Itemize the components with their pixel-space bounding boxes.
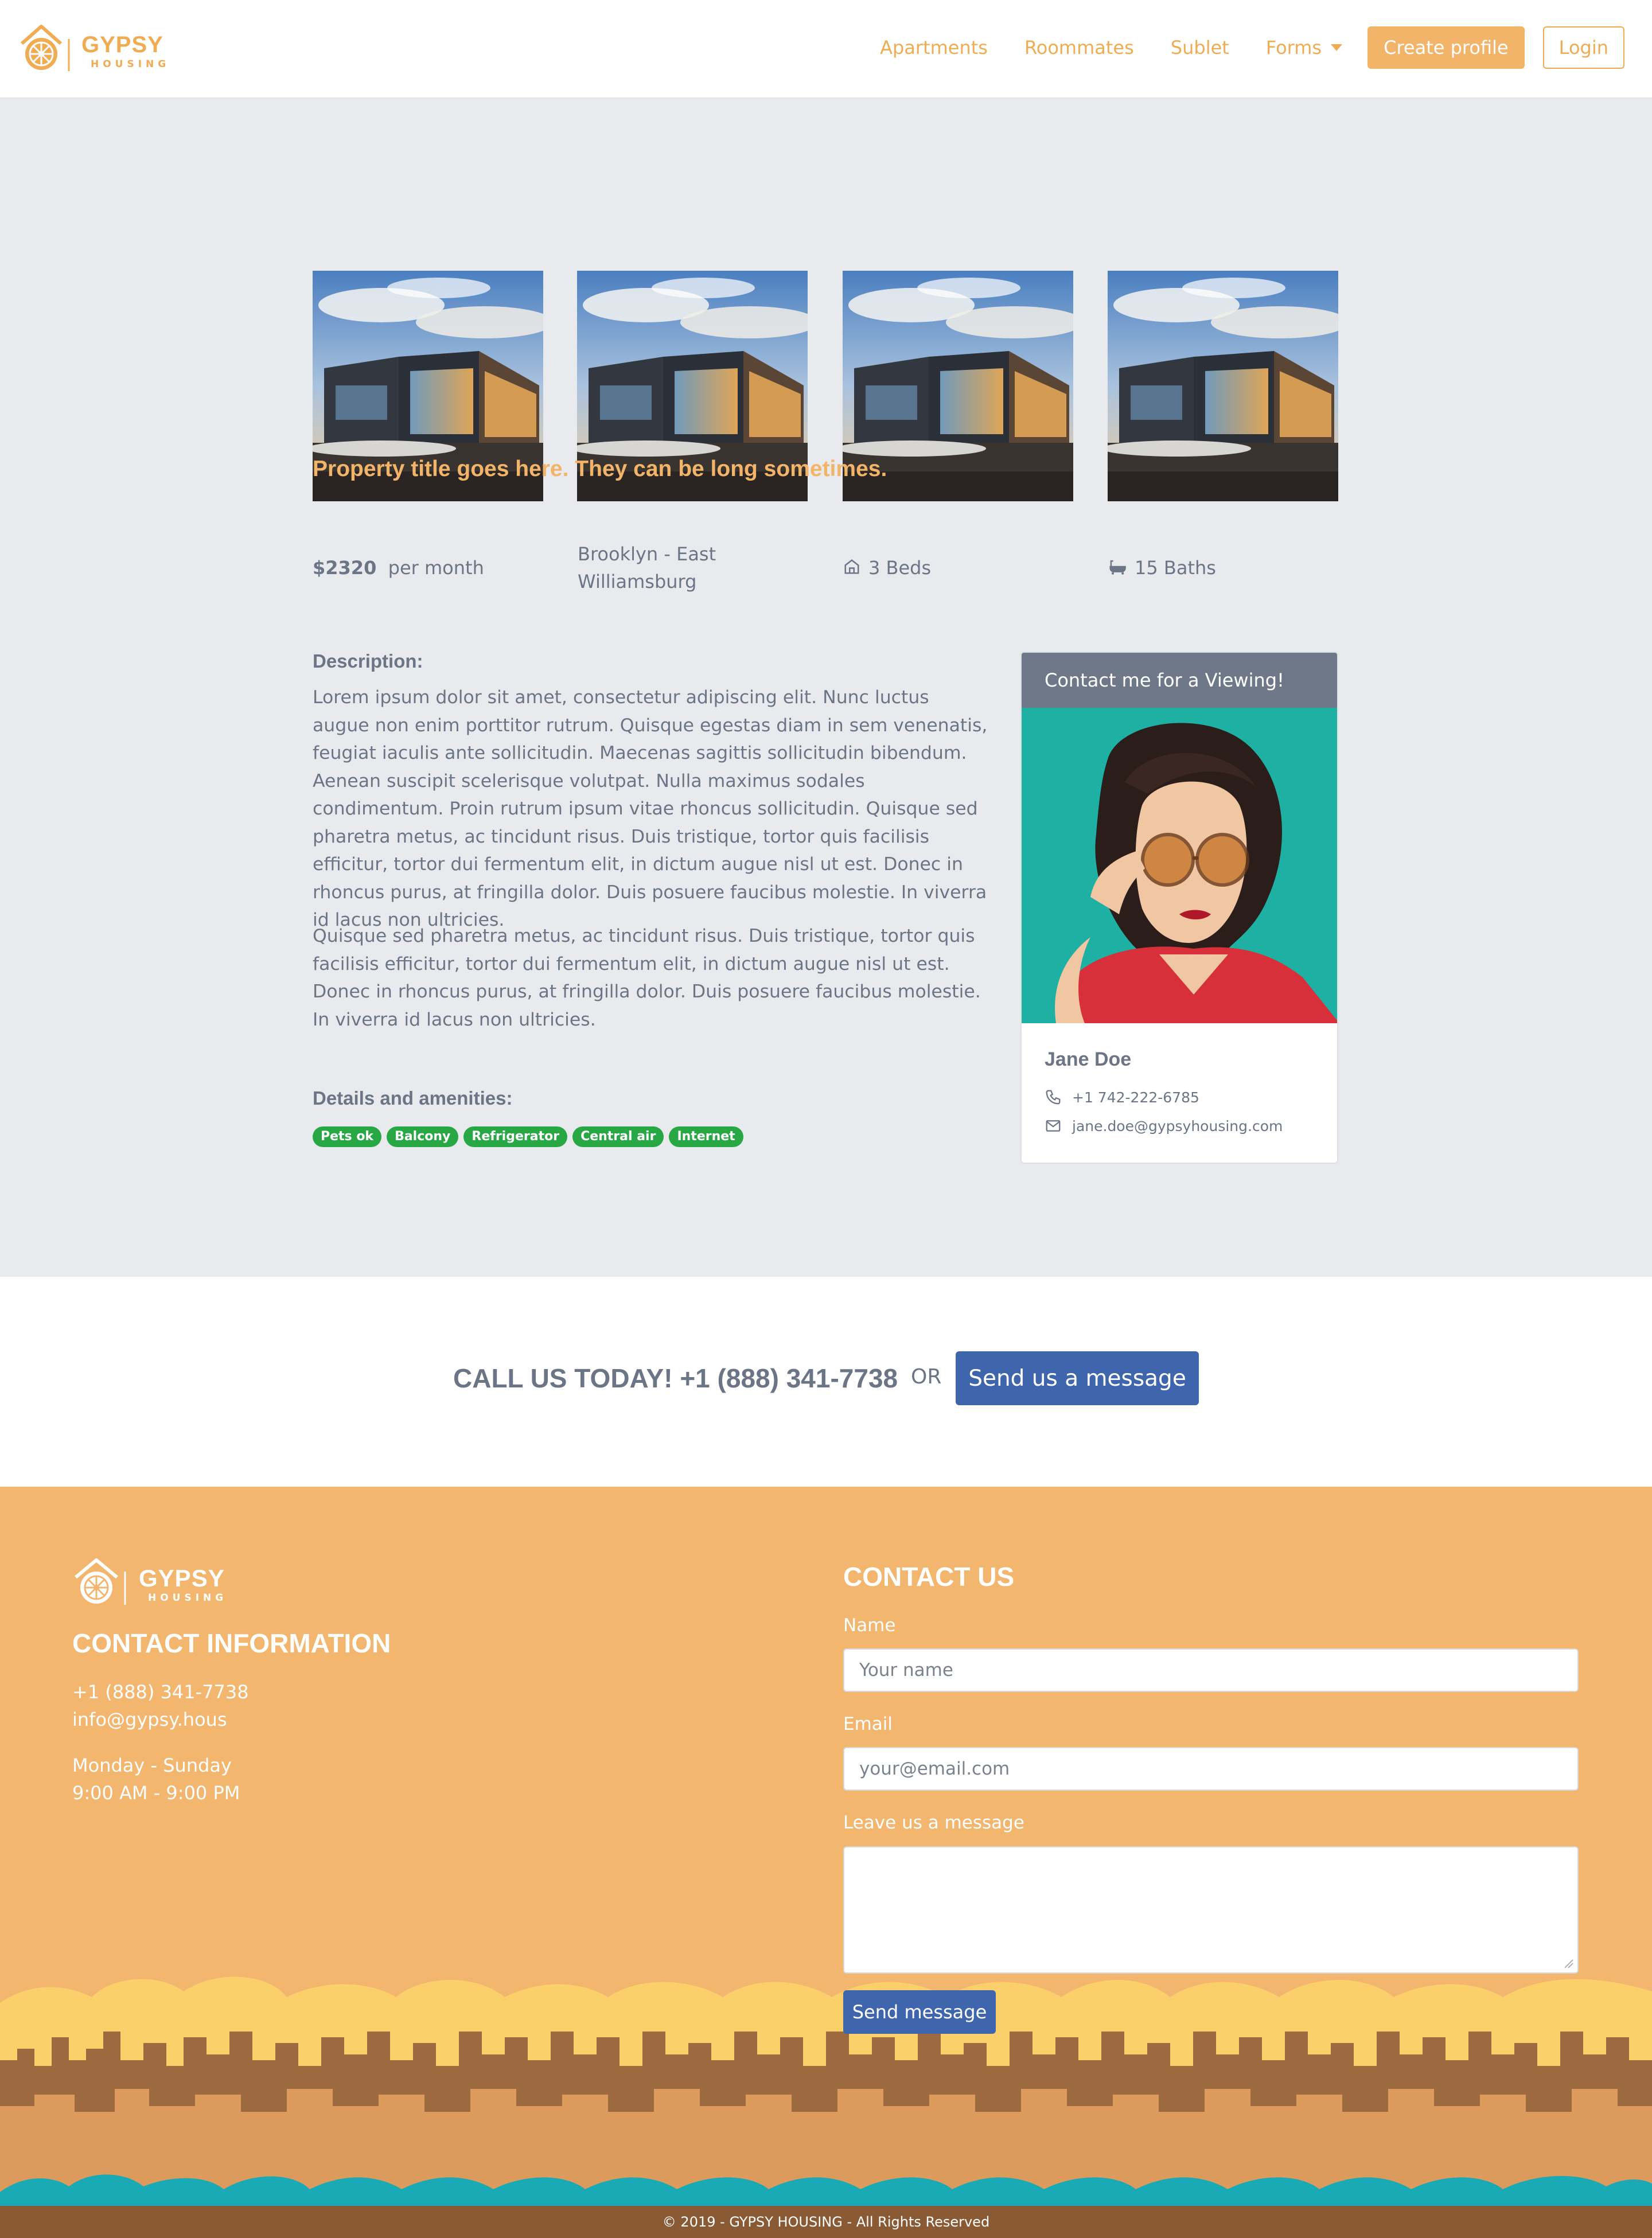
baths-fact: 15 Baths — [1108, 554, 1216, 583]
amenity-badges: Pets ok Balcony Refrigerator Central air… — [313, 1126, 749, 1147]
footer-logo[interactable]: GYPSY HOUSING — [72, 1557, 233, 1612]
contact-card-header: Contact me for a Viewing! — [1022, 653, 1337, 708]
contact-information-heading: CONTACT INFORMATION — [72, 1628, 391, 1658]
agent-phone: +1 742-222-6785 — [1072, 1089, 1199, 1106]
property-facts: $2320 per month Brooklyn - East Williams… — [313, 540, 1339, 598]
description-paragraph-1: Lorem ipsum dolor sit amet, consectetur … — [313, 687, 988, 930]
contact-us-heading: CONTACT US — [843, 1562, 1015, 1592]
brand-name: GYPSY — [81, 32, 163, 57]
footer-days: Monday - Sunday — [72, 1754, 232, 1776]
listing-section: Property title goes here. They can be lo… — [0, 99, 1652, 1277]
price-unit: per month — [388, 557, 484, 579]
description-paragraph-2: Quisque sed pharetra metus, ac tincidunt… — [313, 926, 981, 1030]
top-navbar: GYPSY HOUSING Apartments Roommates Suble… — [0, 0, 1652, 99]
amenity-badge: Refrigerator — [463, 1126, 568, 1147]
agent-phone-row[interactable]: +1 742-222-6785 — [1045, 1089, 1199, 1106]
nav-forms-label: Forms — [1265, 37, 1322, 59]
location-fact: Brooklyn - East Williamsburg — [578, 540, 716, 595]
nav-links: Apartments Roommates Sublet Forms Create… — [843, 26, 1624, 69]
brand-logo[interactable]: GYPSY HOUSING — [17, 22, 178, 79]
beds-value: 3 Beds — [868, 557, 932, 579]
property-photo[interactable] — [1108, 271, 1338, 501]
caret-down-icon — [1331, 44, 1343, 51]
building-image — [1108, 271, 1338, 501]
beds-fact: 3 Beds — [843, 554, 931, 583]
nav-forms-dropdown[interactable]: Forms — [1265, 37, 1343, 59]
amenity-badge: Internet — [669, 1126, 743, 1147]
email-field[interactable]: your@email.com — [843, 1747, 1579, 1791]
amenity-badge: Pets ok — [313, 1126, 382, 1147]
send-message-button[interactable]: Send message — [843, 1990, 996, 2034]
agent-email: jane.doe@gypsyhousing.com — [1072, 1117, 1283, 1134]
contact-card: Contact me for a Viewing! Jane Doe +1 74… — [1020, 652, 1338, 1164]
home-icon — [843, 555, 860, 583]
property-title: Property title goes here. They can be lo… — [313, 457, 887, 481]
footer-email: info@gypsy.hous — [72, 1709, 227, 1730]
price-fact: $2320 per month — [313, 554, 484, 582]
message-textarea[interactable] — [843, 1846, 1579, 1974]
amenity-badge: Balcony — [387, 1126, 459, 1147]
nav-roommates[interactable]: Roommates — [1024, 37, 1134, 59]
agent-portrait-image — [1022, 708, 1337, 1023]
description-heading: Description: — [313, 650, 423, 672]
message-label: Leave us a message — [843, 1812, 1024, 1833]
bathtub-icon — [1108, 555, 1127, 583]
phone-icon — [1046, 1090, 1061, 1105]
price-value: $2320 — [313, 557, 377, 579]
copyright-bar: © 2019 - GYPSY HOUSING - All Rights Rese… — [0, 2206, 1652, 2238]
agent-email-row[interactable]: jane.doe@gypsyhousing.com — [1045, 1117, 1283, 1134]
call-to-action: CALL US TODAY! +1 (888) 341-7738 OR Send… — [0, 1277, 1652, 1487]
envelope-icon — [1046, 1120, 1061, 1132]
amenity-badge: Central air — [572, 1126, 664, 1147]
nav-sublet[interactable]: Sublet — [1171, 37, 1229, 59]
footer-brand-sub: HOUSING — [148, 1592, 228, 1604]
resize-handle-icon[interactable] — [1563, 1958, 1574, 1969]
email-label: Email — [843, 1714, 893, 1734]
cta-phone-text: CALL US TODAY! +1 (888) 341-7738 — [453, 1363, 898, 1393]
agent-photo — [1022, 708, 1337, 1023]
footer-brand-name: GYPSY — [139, 1565, 225, 1592]
brand-sub: HOUSING — [91, 59, 170, 70]
agent-name: Jane Doe — [1045, 1048, 1132, 1070]
login-button[interactable]: Login — [1542, 26, 1624, 69]
footer-phone: +1 (888) 341-7738 — [72, 1681, 249, 1703]
send-us-message-button[interactable]: Send us a message — [956, 1351, 1199, 1405]
create-profile-button[interactable]: Create profile — [1367, 26, 1525, 69]
cta-or: OR — [911, 1365, 942, 1389]
footer: GYPSY HOUSING CONTACT INFORMATION +1 (88… — [0, 1487, 1652, 2238]
name-label: Name — [843, 1615, 896, 1636]
footer-hours: 9:00 AM - 9:00 PM — [72, 1782, 240, 1804]
location-line-2: Williamsburg — [578, 571, 697, 592]
nav-apartments[interactable]: Apartments — [880, 37, 988, 59]
amenities-heading: Details and amenities: — [313, 1087, 513, 1109]
name-field[interactable]: Your name — [843, 1648, 1579, 1692]
location-line-1: Brooklyn - East — [578, 543, 716, 565]
baths-value: 15 Baths — [1135, 557, 1216, 579]
